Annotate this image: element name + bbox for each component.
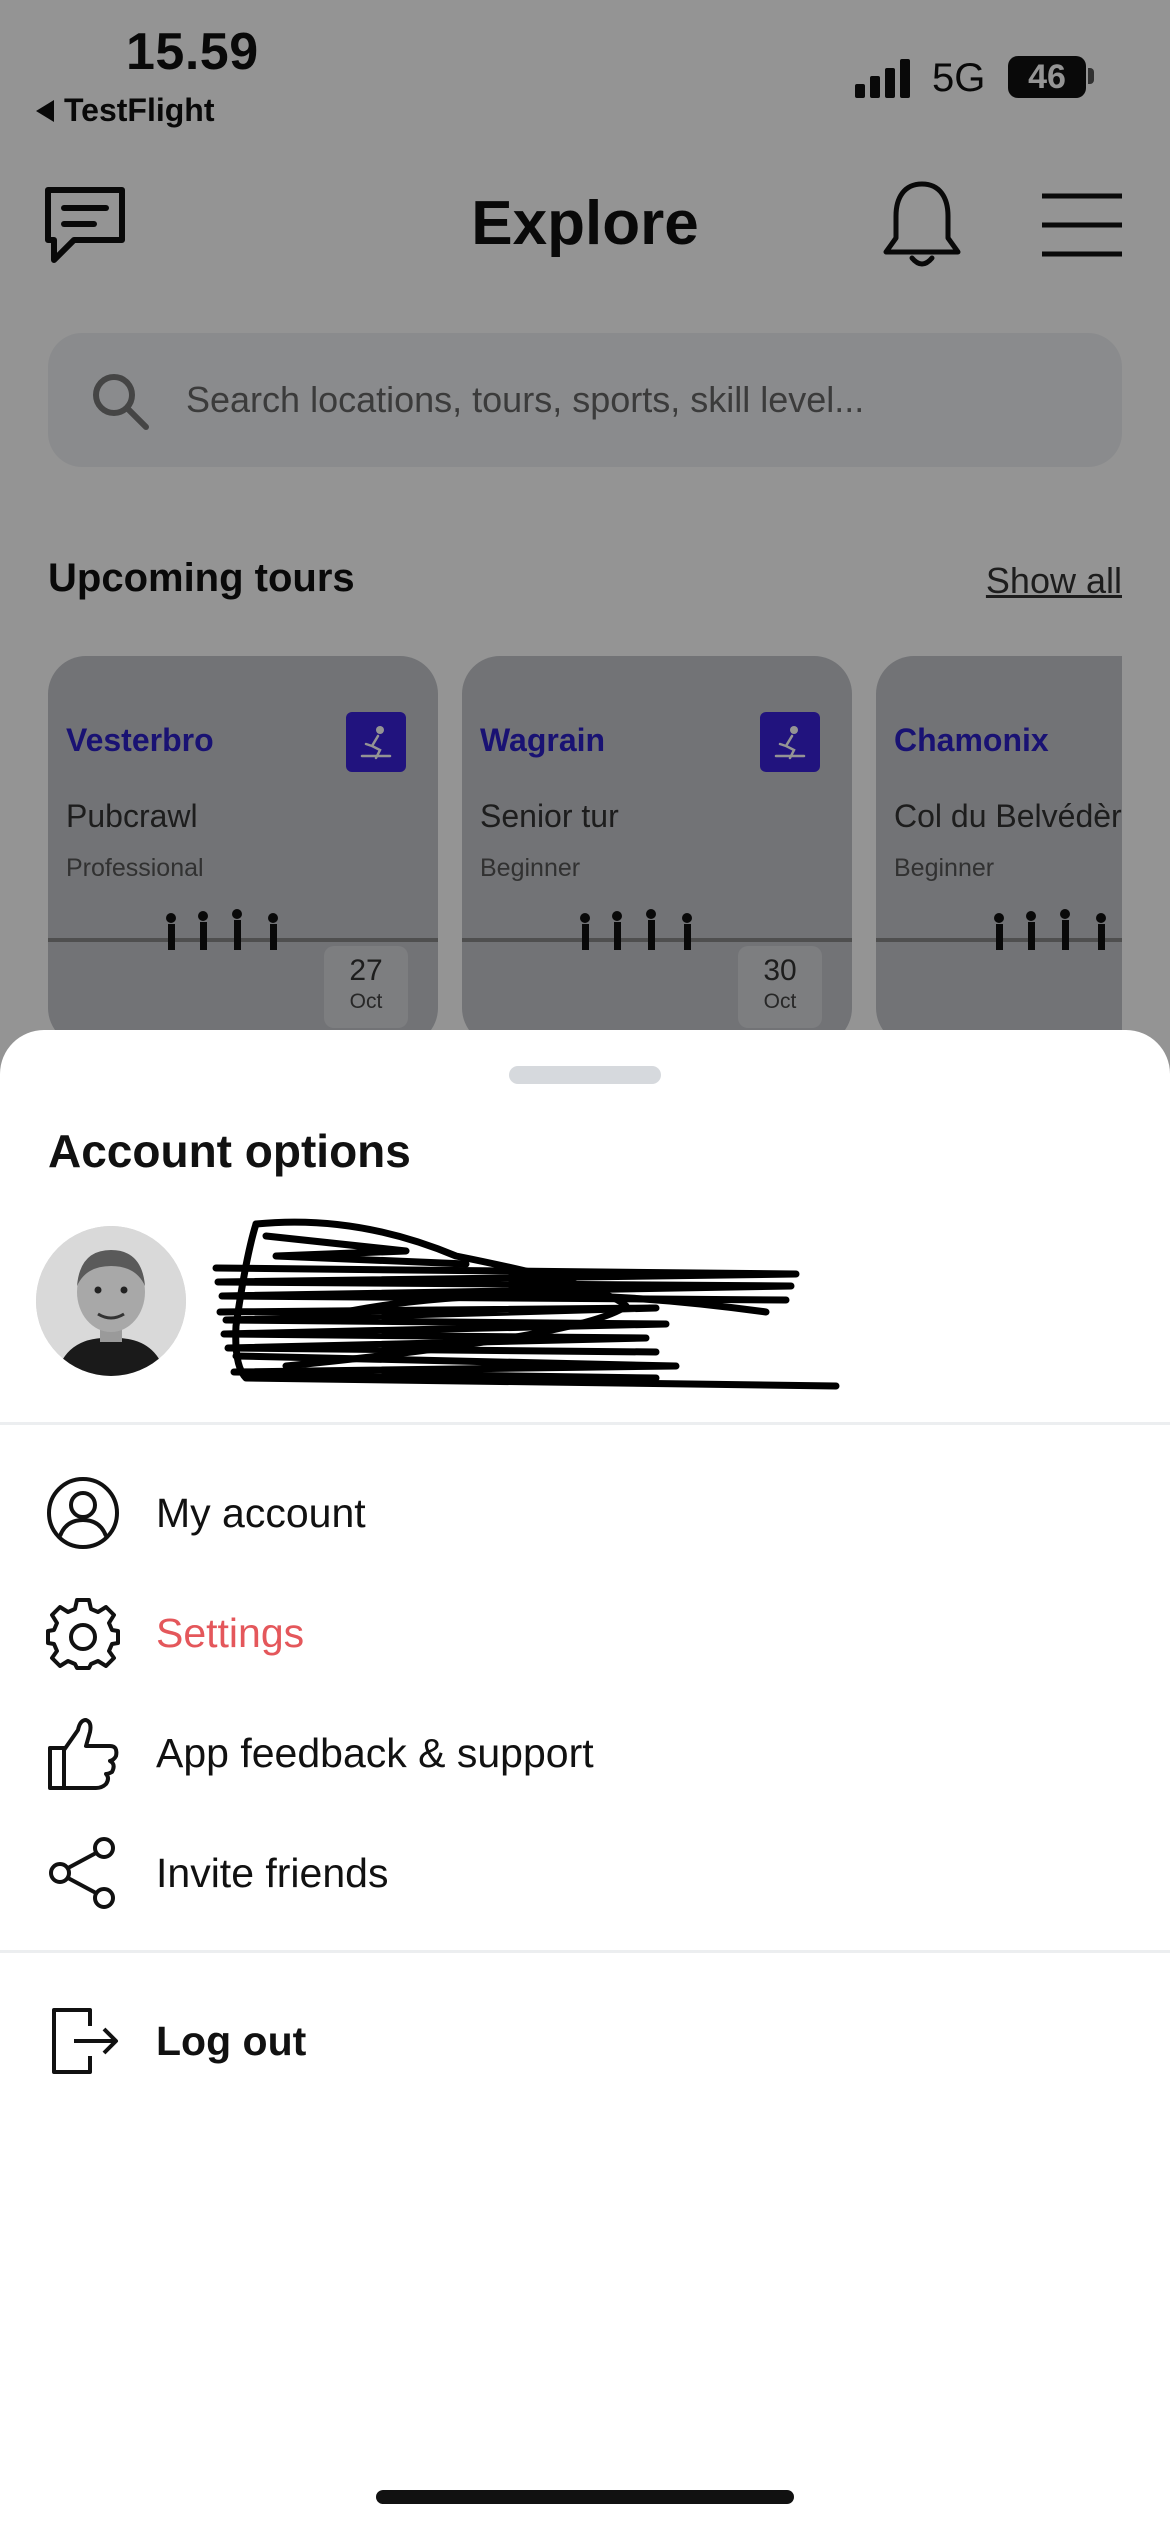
user-circle-icon (47, 1477, 119, 1549)
log-out-icon (52, 2008, 118, 2074)
profile-summary[interactable] (36, 1218, 1136, 1396)
menu-label: My account (156, 1490, 366, 1536)
logout-button[interactable]: Log out (0, 1984, 1170, 2094)
account-options-sheet: Account options My account Settings App … (0, 1030, 1170, 2532)
redaction-scribble (212, 1218, 840, 1390)
menu-label: App feedback & support (156, 1730, 594, 1776)
menu-label: Log out (156, 2018, 307, 2064)
gear-icon (46, 1598, 120, 1670)
menu-label: Invite friends (156, 1850, 389, 1896)
menu-item-invite-friends[interactable]: Invite friends (0, 1816, 1170, 1926)
divider (0, 1422, 1170, 1425)
sheet-grabber[interactable] (509, 1066, 661, 1084)
menu-label: Settings (156, 1610, 305, 1656)
divider (0, 1950, 1170, 1953)
menu-item-my-account[interactable]: My account (0, 1456, 1170, 1566)
sheet-title: Account options (48, 1125, 411, 1177)
home-indicator[interactable] (376, 2490, 794, 2504)
menu-item-settings[interactable]: Settings (0, 1576, 1170, 1686)
avatar (36, 1226, 186, 1376)
thumbs-up-icon (48, 1718, 119, 1790)
share-icon (49, 1837, 115, 1909)
menu-item-feedback-support[interactable]: App feedback & support (0, 1696, 1170, 1806)
